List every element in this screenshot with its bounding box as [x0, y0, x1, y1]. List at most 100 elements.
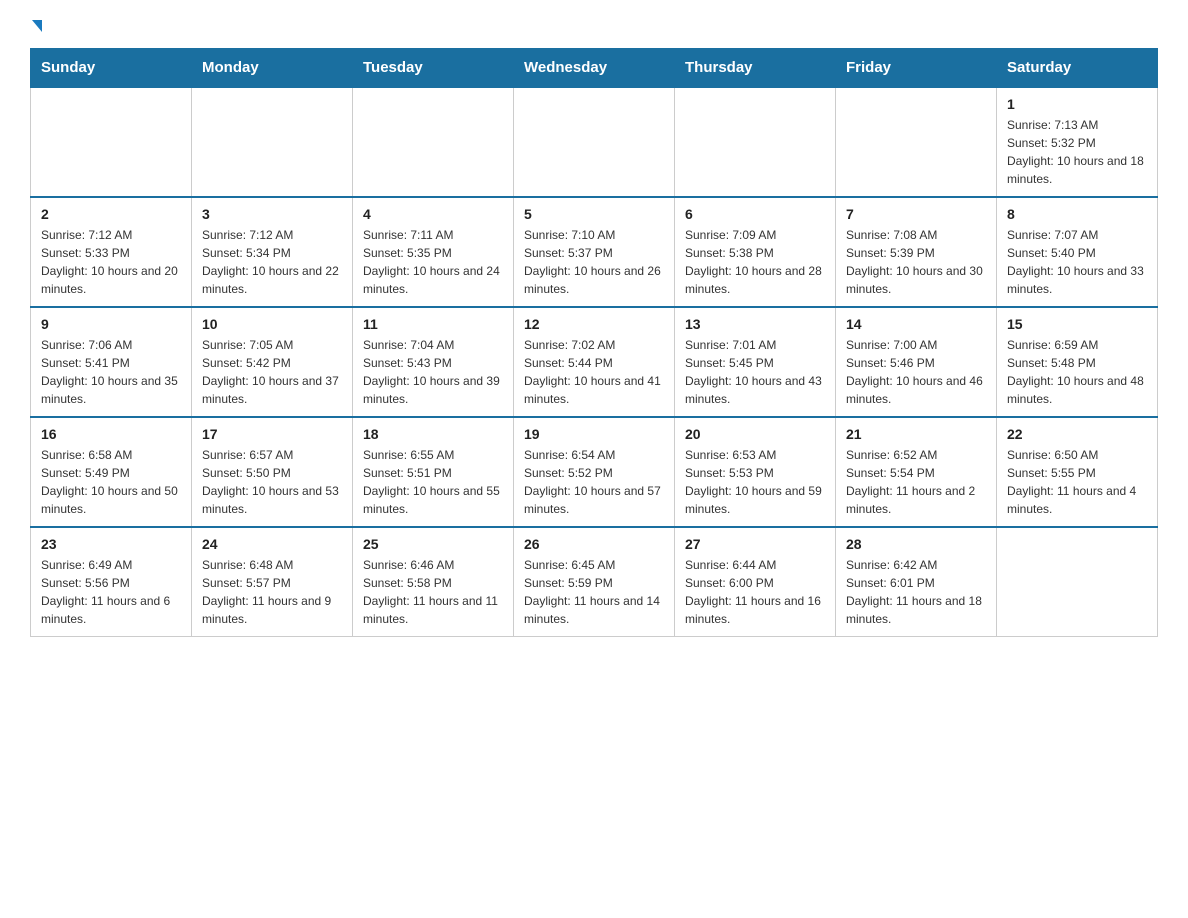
day-number: 3: [202, 206, 342, 222]
calendar-day-cell: 2 Sunrise: 7:12 AM Sunset: 5:33 PM Daylig…: [31, 197, 192, 307]
day-info: Sunrise: 6:49 AM Sunset: 5:56 PM Dayligh…: [41, 556, 181, 628]
calendar-day-cell: 15 Sunrise: 6:59 AM Sunset: 5:48 PM Dayli…: [997, 307, 1158, 417]
day-info: Sunrise: 7:12 AM Sunset: 5:34 PM Dayligh…: [202, 226, 342, 298]
day-info: Sunrise: 6:53 AM Sunset: 5:53 PM Dayligh…: [685, 446, 825, 518]
weekday-header-sunday: Sunday: [31, 49, 192, 88]
day-info: Sunrise: 7:08 AM Sunset: 5:39 PM Dayligh…: [846, 226, 986, 298]
calendar-week-row: 9 Sunrise: 7:06 AM Sunset: 5:41 PM Daylig…: [31, 307, 1158, 417]
day-info: Sunrise: 7:00 AM Sunset: 5:46 PM Dayligh…: [846, 336, 986, 408]
calendar-day-cell: 19 Sunrise: 6:54 AM Sunset: 5:52 PM Dayli…: [514, 417, 675, 527]
day-info: Sunrise: 6:45 AM Sunset: 5:59 PM Dayligh…: [524, 556, 664, 628]
day-number: 28: [846, 536, 986, 552]
day-info: Sunrise: 6:50 AM Sunset: 5:55 PM Dayligh…: [1007, 446, 1147, 518]
day-info: Sunrise: 7:06 AM Sunset: 5:41 PM Dayligh…: [41, 336, 181, 408]
calendar-day-cell: 4Sunrise: 7:11 AM Sunset: 5:35 PM Daylig…: [353, 197, 514, 307]
day-number: 20: [685, 426, 825, 442]
day-info: Sunrise: 7:09 AM Sunset: 5:38 PM Dayligh…: [685, 226, 825, 298]
day-info: Sunrise: 6:46 AM Sunset: 5:58 PM Dayligh…: [363, 556, 503, 628]
day-number: 2: [41, 206, 181, 222]
day-info: Sunrise: 7:13 AM Sunset: 5:32 PM Dayligh…: [1007, 116, 1147, 188]
day-info: Sunrise: 6:58 AM Sunset: 5:49 PM Dayligh…: [41, 446, 181, 518]
calendar-day-cell: 8 Sunrise: 7:07 AM Sunset: 5:40 PM Daylig…: [997, 197, 1158, 307]
calendar-day-cell: 11 Sunrise: 7:04 AM Sunset: 5:43 PM Dayli…: [353, 307, 514, 417]
day-number: 11: [363, 316, 503, 332]
calendar-day-cell: 14 Sunrise: 7:00 AM Sunset: 5:46 PM Dayli…: [836, 307, 997, 417]
day-number: 27: [685, 536, 825, 552]
calendar-week-row: 2 Sunrise: 7:12 AM Sunset: 5:33 PM Daylig…: [31, 197, 1158, 307]
day-number: 6: [685, 206, 825, 222]
calendar-day-cell: [836, 87, 997, 197]
calendar-header-row: SundayMondayTuesdayWednesdayThursdayFrid…: [31, 49, 1158, 88]
day-number: 7: [846, 206, 986, 222]
day-number: 26: [524, 536, 664, 552]
day-number: 9: [41, 316, 181, 332]
logo-triangle-icon: [32, 20, 42, 32]
calendar-day-cell: 18Sunrise: 6:55 AM Sunset: 5:51 PM Dayli…: [353, 417, 514, 527]
day-number: 19: [524, 426, 664, 442]
day-info: Sunrise: 6:52 AM Sunset: 5:54 PM Dayligh…: [846, 446, 986, 518]
calendar-day-cell: 28 Sunrise: 6:42 AM Sunset: 6:01 PM Dayli…: [836, 527, 997, 637]
calendar-day-cell: [675, 87, 836, 197]
day-info: Sunrise: 6:59 AM Sunset: 5:48 PM Dayligh…: [1007, 336, 1147, 408]
calendar-week-row: 23 Sunrise: 6:49 AM Sunset: 5:56 PM Dayli…: [31, 527, 1158, 637]
day-info: Sunrise: 6:54 AM Sunset: 5:52 PM Dayligh…: [524, 446, 664, 518]
calendar-day-cell: [353, 87, 514, 197]
weekday-header-tuesday: Tuesday: [353, 49, 514, 88]
calendar-week-row: 1 Sunrise: 7:13 AM Sunset: 5:32 PM Daylig…: [31, 87, 1158, 197]
calendar-day-cell: [192, 87, 353, 197]
day-info: Sunrise: 7:02 AM Sunset: 5:44 PM Dayligh…: [524, 336, 664, 408]
page-header: [30, 20, 1158, 32]
weekday-header-saturday: Saturday: [997, 49, 1158, 88]
day-number: 13: [685, 316, 825, 332]
day-number: 22: [1007, 426, 1147, 442]
calendar-day-cell: 12 Sunrise: 7:02 AM Sunset: 5:44 PM Dayli…: [514, 307, 675, 417]
calendar-day-cell: 6 Sunrise: 7:09 AM Sunset: 5:38 PM Daylig…: [675, 197, 836, 307]
calendar-day-cell: 3 Sunrise: 7:12 AM Sunset: 5:34 PM Daylig…: [192, 197, 353, 307]
day-number: 25: [363, 536, 503, 552]
weekday-header-friday: Friday: [836, 49, 997, 88]
calendar-day-cell: 27 Sunrise: 6:44 AM Sunset: 6:00 PM Dayli…: [675, 527, 836, 637]
day-info: Sunrise: 6:44 AM Sunset: 6:00 PM Dayligh…: [685, 556, 825, 628]
calendar-day-cell: 24Sunrise: 6:48 AM Sunset: 5:57 PM Dayli…: [192, 527, 353, 637]
day-number: 17: [202, 426, 342, 442]
weekday-header-thursday: Thursday: [675, 49, 836, 88]
day-number: 4: [363, 206, 503, 222]
day-number: 12: [524, 316, 664, 332]
day-number: 16: [41, 426, 181, 442]
calendar-week-row: 16 Sunrise: 6:58 AM Sunset: 5:49 PM Dayli…: [31, 417, 1158, 527]
day-info: Sunrise: 7:01 AM Sunset: 5:45 PM Dayligh…: [685, 336, 825, 408]
calendar-day-cell: 26 Sunrise: 6:45 AM Sunset: 5:59 PM Dayli…: [514, 527, 675, 637]
calendar-table: SundayMondayTuesdayWednesdayThursdayFrid…: [30, 48, 1158, 637]
calendar-day-cell: 21 Sunrise: 6:52 AM Sunset: 5:54 PM Dayli…: [836, 417, 997, 527]
day-number: 21: [846, 426, 986, 442]
weekday-header-wednesday: Wednesday: [514, 49, 675, 88]
weekday-header-monday: Monday: [192, 49, 353, 88]
calendar-day-cell: [514, 87, 675, 197]
calendar-day-cell: 17Sunrise: 6:57 AM Sunset: 5:50 PM Dayli…: [192, 417, 353, 527]
day-number: 8: [1007, 206, 1147, 222]
logo: [30, 20, 42, 32]
calendar-day-cell: [31, 87, 192, 197]
calendar-day-cell: 25 Sunrise: 6:46 AM Sunset: 5:58 PM Dayli…: [353, 527, 514, 637]
calendar-day-cell: 5 Sunrise: 7:10 AM Sunset: 5:37 PM Daylig…: [514, 197, 675, 307]
day-info: Sunrise: 7:04 AM Sunset: 5:43 PM Dayligh…: [363, 336, 503, 408]
day-number: 23: [41, 536, 181, 552]
calendar-day-cell: 23 Sunrise: 6:49 AM Sunset: 5:56 PM Dayli…: [31, 527, 192, 637]
calendar-day-cell: 9 Sunrise: 7:06 AM Sunset: 5:41 PM Daylig…: [31, 307, 192, 417]
day-info: Sunrise: 6:48 AM Sunset: 5:57 PM Dayligh…: [202, 556, 342, 628]
calendar-day-cell: [997, 527, 1158, 637]
calendar-day-cell: 7 Sunrise: 7:08 AM Sunset: 5:39 PM Daylig…: [836, 197, 997, 307]
day-number: 1: [1007, 96, 1147, 112]
day-number: 5: [524, 206, 664, 222]
calendar-day-cell: 22 Sunrise: 6:50 AM Sunset: 5:55 PM Dayli…: [997, 417, 1158, 527]
calendar-day-cell: 1 Sunrise: 7:13 AM Sunset: 5:32 PM Daylig…: [997, 87, 1158, 197]
day-number: 18: [363, 426, 503, 442]
day-number: 15: [1007, 316, 1147, 332]
day-info: Sunrise: 6:42 AM Sunset: 6:01 PM Dayligh…: [846, 556, 986, 628]
day-info: Sunrise: 7:07 AM Sunset: 5:40 PM Dayligh…: [1007, 226, 1147, 298]
day-info: Sunrise: 7:10 AM Sunset: 5:37 PM Dayligh…: [524, 226, 664, 298]
day-info: Sunrise: 7:12 AM Sunset: 5:33 PM Dayligh…: [41, 226, 181, 298]
day-number: 14: [846, 316, 986, 332]
day-info: Sunrise: 7:05 AM Sunset: 5:42 PM Dayligh…: [202, 336, 342, 408]
calendar-day-cell: 16 Sunrise: 6:58 AM Sunset: 5:49 PM Dayli…: [31, 417, 192, 527]
